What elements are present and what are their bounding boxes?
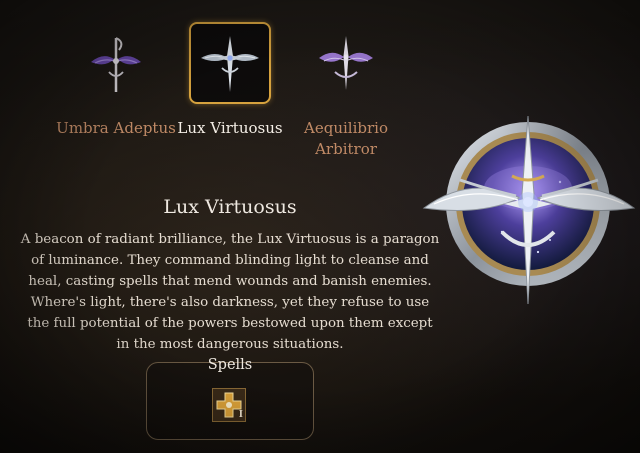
subclass-description: A beacon of radiant brilliance, the Lux …	[20, 232, 440, 352]
subclass-option-umbra-adeptus[interactable]: Umbra Adeptus	[54, 22, 178, 139]
lux-virtuosus-large-emblem-icon	[422, 115, 636, 305]
subclass-title: Lux Virtuosus	[163, 196, 297, 218]
subclass-frame	[75, 22, 157, 104]
aequilibrio-arbitror-emblem-icon	[319, 36, 373, 90]
character-creation-screen: Umbra Adeptus Lux Virtuosus Aequilibrio …	[0, 0, 640, 453]
spell-slot[interactable]: I	[212, 388, 246, 422]
umbra-adeptus-emblem-icon	[91, 37, 141, 92]
subclass-selector: Umbra Adeptus Lux Virtuosus Aequilibrio …	[54, 22, 400, 162]
lux-virtuosus-emblem-icon	[201, 36, 259, 92]
subclass-frame	[305, 22, 387, 104]
subclass-label: Aequilibrio Arbitror	[304, 119, 388, 158]
spells-label: Spells	[207, 357, 253, 373]
subclass-label: Lux Virtuosus	[177, 119, 283, 137]
subclass-option-lux-virtuosus[interactable]: Lux Virtuosus	[168, 22, 292, 139]
subclass-label: Umbra Adeptus	[56, 119, 176, 137]
subclass-frame-selected	[189, 22, 271, 104]
subclass-option-aequilibrio-arbitror[interactable]: Aequilibrio Arbitror	[284, 22, 408, 160]
spell-rank: I	[238, 410, 243, 420]
